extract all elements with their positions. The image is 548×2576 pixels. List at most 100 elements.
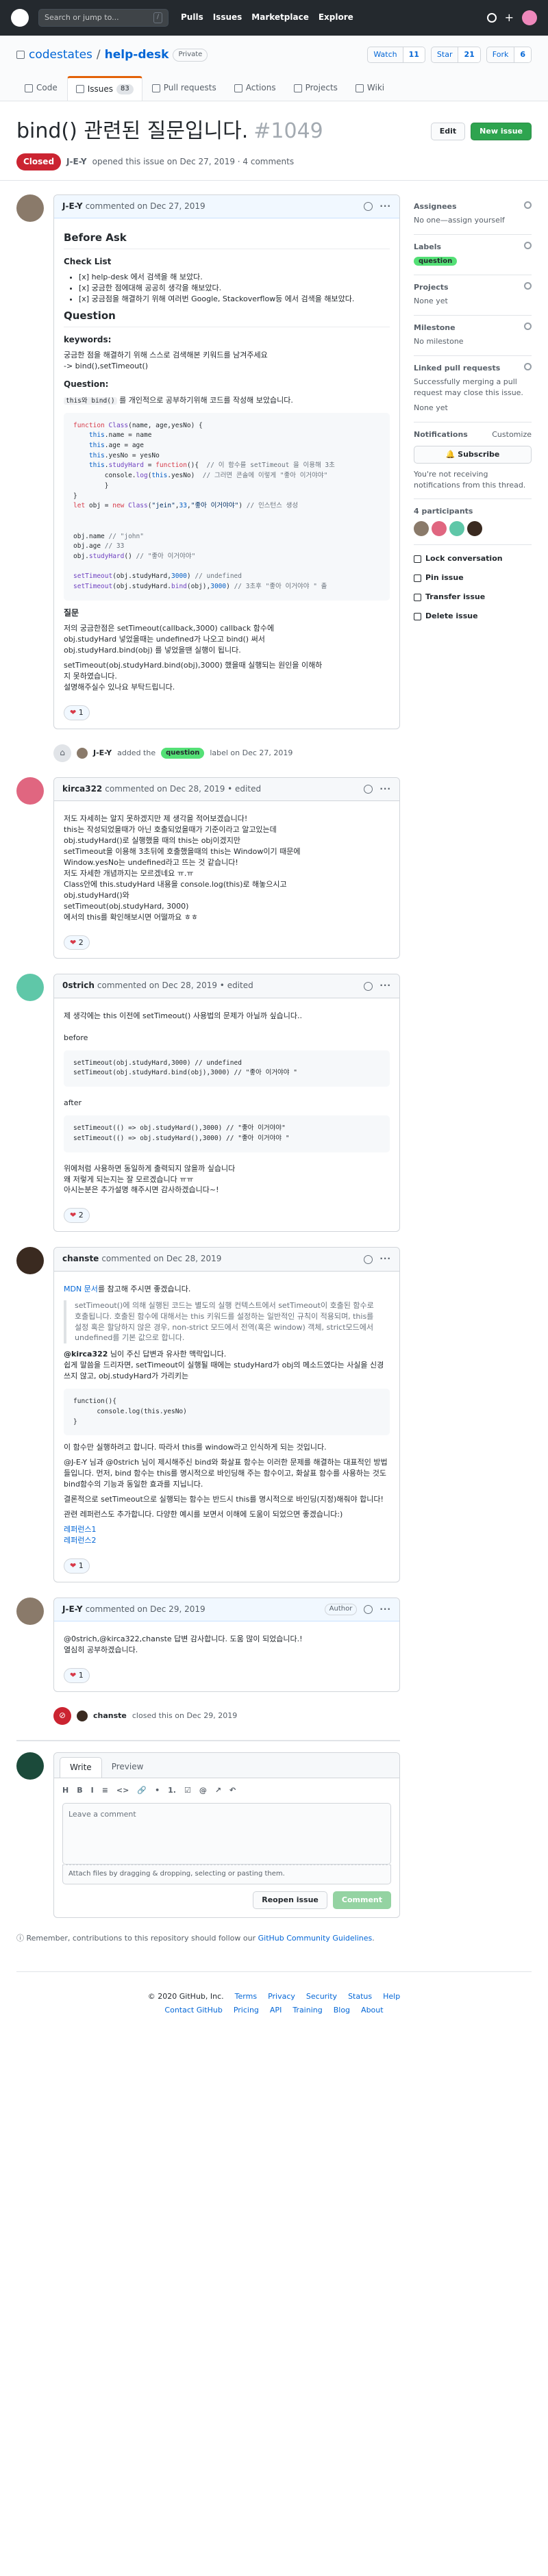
italic-icon[interactable]: I [91,1785,94,1796]
nav-explore[interactable]: Explore [319,12,353,23]
comment-time[interactable]: commented on Dec 28, 2019 • edited [97,980,253,992]
label-question[interactable]: question [161,747,205,759]
bold-icon[interactable]: B [77,1785,82,1796]
subscribe-button[interactable]: 🔔 Subscribe [414,445,532,464]
comment-time[interactable]: commented on Dec 27, 2019 [86,201,206,212]
comment-time[interactable]: commented on Dec 28, 2019 [101,1253,221,1265]
footer-link[interactable]: Status [348,1991,372,2002]
new-issue-button[interactable]: New issue [471,122,532,140]
reply-icon[interactable]: ↶ [229,1785,236,1796]
kebab-menu-icon[interactable]: ··· [379,783,391,795]
code-icon[interactable]: <> [116,1785,129,1796]
avatar[interactable] [522,10,537,25]
comment-button[interactable]: Comment [332,1891,391,1909]
kebab-menu-icon[interactable]: ··· [379,1253,391,1265]
heart-reaction[interactable]: ❤ 1 [64,1558,90,1574]
footer-link[interactable]: Privacy [268,1991,295,2002]
gear-icon[interactable] [524,241,532,249]
customize-link[interactable]: Customize [492,429,532,440]
footer-link[interactable]: Terms [235,1991,257,2002]
tab-preview[interactable]: Preview [102,1757,153,1778]
footer-link[interactable]: Training [292,2005,322,2016]
event-actor[interactable]: chanste [93,1710,127,1721]
event-actor[interactable]: J-E-Y [93,748,112,759]
star-count[interactable]: 21 [458,47,480,63]
footer-link[interactable]: Pricing [234,2005,259,2016]
edit-button[interactable]: Edit [430,122,466,140]
tab-wiki[interactable]: Wiki [347,76,393,101]
reference-link-2[interactable]: 레퍼런스2 [64,1536,96,1545]
heart-reaction[interactable]: ❤ 2 [64,1208,90,1224]
cross-reference-icon[interactable]: ↗ [215,1785,221,1796]
kebab-menu-icon[interactable]: ··· [379,201,391,212]
footer-link[interactable]: Blog [334,2005,350,2016]
footer-link[interactable]: About [361,2005,384,2016]
numbered-list-icon[interactable]: 1. [168,1785,176,1796]
task-list-icon[interactable]: ☑ [184,1785,191,1796]
attach-files-area[interactable]: Attach files by dragging & dropping, sel… [62,1865,391,1884]
transfer-issue[interactable]: Transfer issue [414,588,532,607]
tab-pull-requests[interactable]: Pull requests [144,76,225,101]
comment-time[interactable]: commented on Dec 28, 2019 • edited [105,783,261,795]
avatar[interactable] [16,974,44,1002]
heading-icon[interactable]: H [62,1785,68,1796]
kebab-menu-icon[interactable]: ··· [379,980,391,992]
pin-issue[interactable]: Pin issue [414,568,532,588]
heart-reaction[interactable]: ❤ 2 [64,935,90,950]
issue-author[interactable]: J-E-Y [66,156,87,168]
footer-link[interactable]: Contact GitHub [164,2005,222,2016]
avatar[interactable] [467,521,482,537]
fork-button[interactable]: Fork 6 [486,47,532,64]
fork-count[interactable]: 6 [514,47,531,63]
smiley-icon[interactable] [364,981,373,991]
comment-author[interactable]: 0strich [62,980,95,992]
avatar[interactable] [449,521,464,537]
quote-icon[interactable]: ≡ [102,1785,108,1796]
bullet-list-icon[interactable]: • [155,1785,160,1796]
tab-write[interactable]: Write [60,1757,102,1778]
tab-projects[interactable]: Projects [286,76,346,101]
link-icon[interactable]: 🔗 [137,1785,147,1796]
comment-textarea[interactable]: Leave a comment [62,1803,391,1865]
footer-link[interactable]: Security [306,1991,337,2002]
comment-author[interactable]: J-E-Y [62,1604,83,1615]
smiley-icon[interactable] [364,1254,373,1264]
comment-author[interactable]: J-E-Y [62,201,83,212]
avatar[interactable] [16,776,44,805]
tab-code[interactable]: Code [16,76,66,101]
repo-name-link[interactable]: help-desk [105,47,169,64]
footer-link[interactable]: API [270,2005,282,2016]
avatar[interactable] [16,1752,44,1780]
watch-button[interactable]: Watch 11 [367,47,425,64]
reopen-issue-button[interactable]: Reopen issue [253,1891,327,1909]
repo-owner-link[interactable]: codestates [29,47,92,64]
github-logo-icon[interactable] [11,9,29,27]
delete-issue[interactable]: Delete issue [414,607,532,626]
nav-issues[interactable]: Issues [213,12,242,23]
gear-icon[interactable] [524,282,532,290]
tab-issues[interactable]: Issues 83 [66,75,142,101]
mention-icon[interactable]: @ [199,1785,207,1796]
comment-time[interactable]: commented on Dec 29, 2019 [86,1604,206,1615]
reference-link-1[interactable]: 레퍼런스1 [64,1525,96,1534]
smiley-icon[interactable] [364,784,373,794]
heart-reaction[interactable]: ❤ 1 [64,705,90,720]
avatar[interactable] [77,747,88,759]
bell-icon[interactable] [486,13,497,23]
plus-icon[interactable]: + [505,10,514,25]
guidelines-link[interactable]: GitHub Community Guidelines [258,1934,373,1943]
avatar[interactable] [16,194,44,222]
nav-marketplace[interactable]: Marketplace [251,12,309,23]
gear-icon[interactable] [524,362,532,370]
nav-pulls[interactable]: Pulls [181,12,203,23]
avatar[interactable] [432,521,447,537]
comment-author[interactable]: kirca322 [62,783,102,795]
avatar[interactable] [16,1597,44,1625]
kebab-menu-icon[interactable]: ··· [379,1604,391,1615]
gear-icon[interactable] [524,323,532,331]
avatar[interactable] [16,1247,44,1275]
mdn-link[interactable]: MDN 문서 [64,1285,98,1293]
smiley-icon[interactable] [364,1604,373,1614]
label-question[interactable]: question [414,256,458,266]
avatar[interactable] [414,521,429,537]
